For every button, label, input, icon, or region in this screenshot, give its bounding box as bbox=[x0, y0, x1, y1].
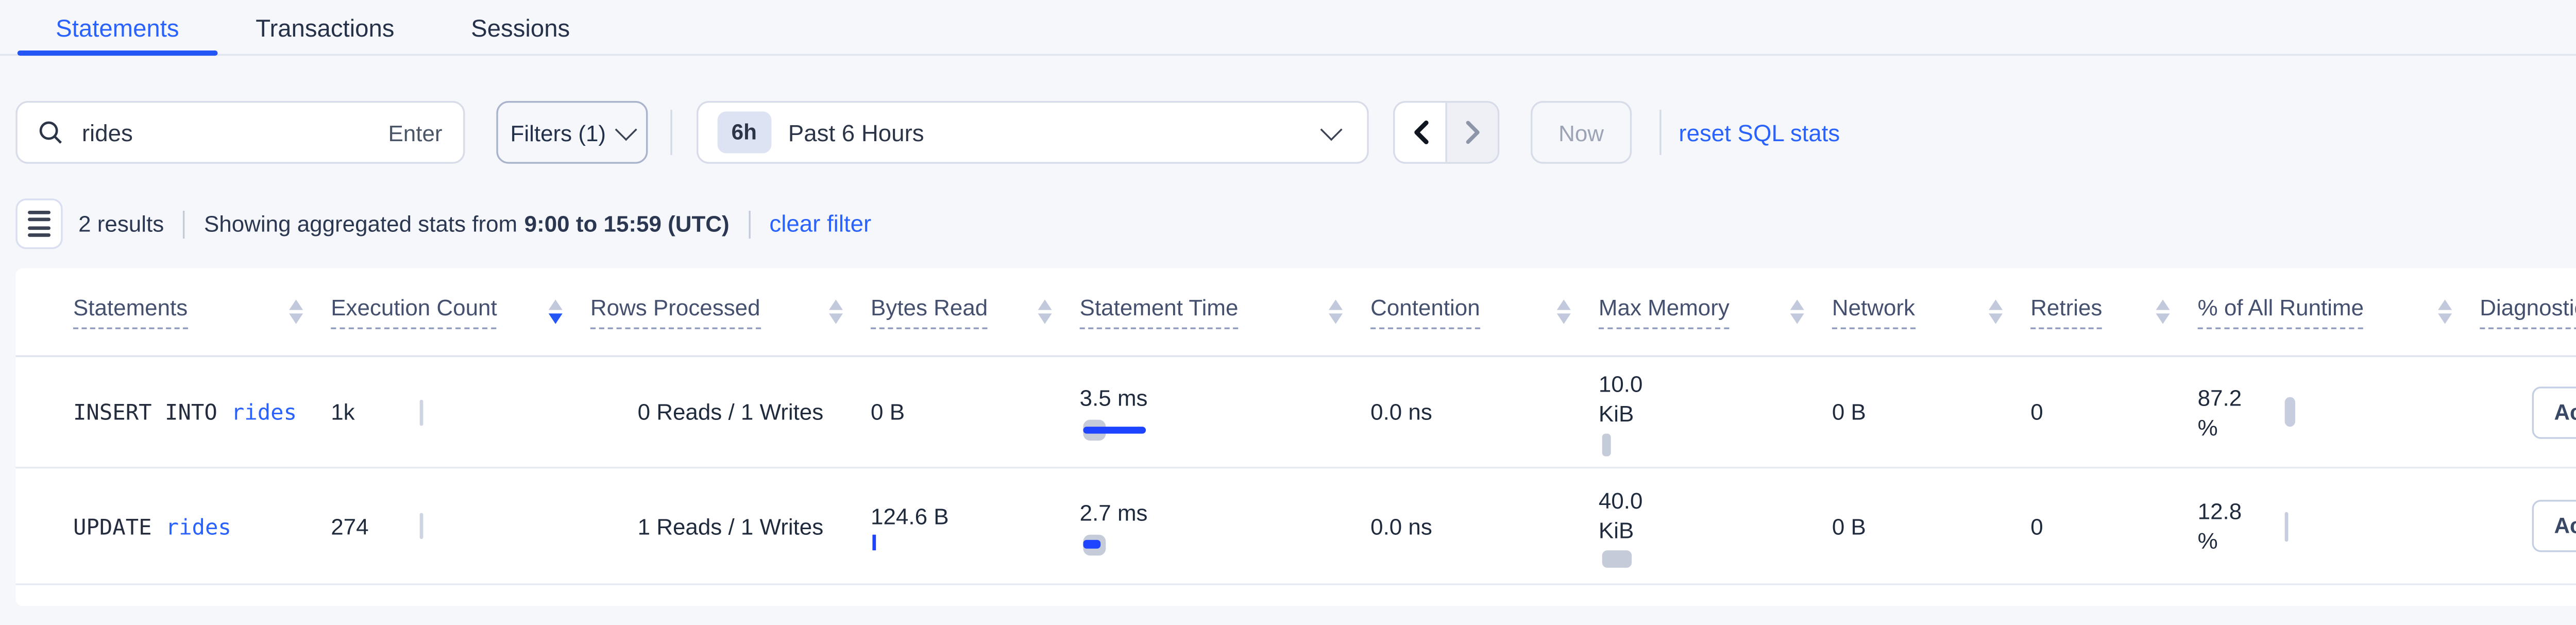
chevron-down-icon bbox=[615, 118, 637, 140]
max-memory-bar bbox=[1602, 433, 1611, 455]
filters-label: Filters (1) bbox=[511, 120, 606, 146]
column-header-max-memory[interactable]: Max Memory bbox=[1599, 268, 1832, 356]
divider bbox=[1659, 110, 1661, 155]
sort-icon bbox=[1038, 299, 1052, 324]
sort-icon bbox=[1329, 299, 1343, 324]
cell-max-memory: 40.0 KiB bbox=[1599, 468, 1832, 583]
cell-pct-runtime: 87.2 % bbox=[2198, 357, 2480, 467]
filters-button[interactable]: Filters (1) bbox=[496, 101, 648, 164]
next-range-button[interactable] bbox=[1447, 103, 1498, 162]
column-header-rows-processed[interactable]: Rows Processed bbox=[590, 268, 871, 356]
column-header-network[interactable]: Network bbox=[1832, 268, 2030, 356]
execution-count-bar bbox=[420, 513, 423, 539]
columns-menu-button[interactable] bbox=[15, 198, 62, 249]
cell-diagnostics: Activate bbox=[2480, 357, 2576, 467]
cell-statement[interactable]: UPDATErides bbox=[15, 468, 331, 583]
prev-range-button[interactable] bbox=[1395, 103, 1447, 162]
cell-network: 0 B bbox=[1832, 468, 2030, 583]
max-memory-bar bbox=[1602, 549, 1632, 567]
chevron-down-icon bbox=[1320, 118, 1343, 140]
search-input[interactable] bbox=[78, 117, 388, 147]
statement-link[interactable]: rides bbox=[231, 399, 297, 425]
divider bbox=[749, 210, 750, 238]
column-header-pct-runtime[interactable]: % of All Runtime bbox=[2198, 268, 2480, 356]
sort-icon bbox=[1557, 299, 1571, 324]
results-bar: 2 results Showing aggregated stats from … bbox=[15, 198, 2576, 249]
sort-icon bbox=[2156, 299, 2170, 324]
column-header-statement-time[interactable]: Statement Time bbox=[1080, 268, 1370, 356]
page: Statements Transactions Sessions Enter F… bbox=[0, 0, 2576, 625]
results-count: 2 results bbox=[78, 211, 164, 237]
results-range-text: Showing aggregated stats from bbox=[204, 211, 517, 237]
cell-statement-time: 2.7 ms bbox=[1080, 468, 1370, 583]
cell-statement[interactable]: INSERT INTOrides bbox=[15, 357, 331, 467]
cell-retries: 0 bbox=[2030, 357, 2197, 467]
cell-contention: 0.0 ns bbox=[1370, 468, 1599, 583]
cell-execution-count: 1k bbox=[331, 357, 590, 467]
tab-sessions[interactable]: Sessions bbox=[433, 0, 608, 54]
time-pager bbox=[1393, 101, 1499, 164]
divider bbox=[183, 210, 184, 238]
cell-max-memory: 10.0 KiB bbox=[1599, 357, 1832, 467]
column-header-contention[interactable]: Contention bbox=[1370, 268, 1599, 356]
clear-filter-link[interactable]: clear filter bbox=[769, 211, 871, 237]
activate-button[interactable]: Activate bbox=[2532, 500, 2576, 552]
table-row: UPDATErides 274 1 Reads / 1 Writes 124.6… bbox=[15, 468, 2576, 585]
execution-count-bar bbox=[420, 399, 423, 425]
cell-execution-count: 274 bbox=[331, 468, 590, 583]
statement-time-bar bbox=[1080, 420, 1163, 441]
cell-pct-runtime: 12.8 % bbox=[2198, 468, 2480, 583]
table-row: INSERT INTOrides 1k 0 Reads / 1 Writes 0… bbox=[15, 357, 2576, 468]
controls-row: Enter Filters (1) 6h Past 6 Hours Now re… bbox=[15, 99, 2576, 165]
reset-sql-stats-link[interactable]: reset SQL stats bbox=[1679, 120, 1840, 146]
columns-icon bbox=[28, 210, 50, 214]
time-range-select[interactable]: 6h Past 6 Hours bbox=[697, 101, 1369, 164]
results-range-bold: 9:00 to 15:59 (UTC) bbox=[524, 211, 730, 237]
divider bbox=[670, 110, 672, 155]
tab-transactions[interactable]: Transactions bbox=[217, 0, 433, 54]
time-range-label: Past 6 Hours bbox=[788, 120, 1324, 146]
column-header-bytes-read[interactable]: Bytes Read bbox=[871, 268, 1080, 356]
column-header-statements[interactable]: Statements bbox=[15, 268, 331, 356]
cell-contention: 0.0 ns bbox=[1370, 357, 1599, 467]
tab-bar: Statements Transactions Sessions bbox=[0, 0, 2576, 56]
tab-statements[interactable]: Statements bbox=[18, 0, 217, 54]
column-header-diagnostics[interactable]: Diagnostics bbox=[2480, 268, 2576, 356]
statements-table: Statements Execution Count Rows Processe… bbox=[15, 268, 2576, 606]
now-button[interactable]: Now bbox=[1531, 101, 1632, 164]
cell-rows-processed: 1 Reads / 1 Writes bbox=[590, 468, 871, 583]
cell-bytes-read: 0 B bbox=[871, 357, 1080, 467]
search-enter-hint: Enter bbox=[388, 120, 442, 146]
pct-runtime-bar bbox=[2285, 511, 2289, 540]
table-header-row: Statements Execution Count Rows Processe… bbox=[15, 268, 2576, 357]
sort-desc-icon bbox=[549, 299, 563, 324]
time-range-badge: 6h bbox=[718, 111, 771, 153]
column-header-retries[interactable]: Retries bbox=[2030, 268, 2197, 356]
cell-statement-time: 3.5 ms bbox=[1080, 357, 1370, 467]
cell-retries: 0 bbox=[2030, 468, 2197, 583]
search-box[interactable]: Enter bbox=[15, 101, 465, 164]
cell-network: 0 B bbox=[1832, 357, 2030, 467]
sort-icon bbox=[2438, 299, 2452, 324]
bytes-read-bar bbox=[872, 535, 876, 550]
sort-icon bbox=[1989, 299, 2003, 324]
sort-icon bbox=[289, 299, 303, 324]
cell-rows-processed: 0 Reads / 1 Writes bbox=[590, 357, 871, 467]
statement-link[interactable]: rides bbox=[166, 513, 231, 539]
pct-runtime-bar bbox=[2285, 397, 2295, 427]
cell-diagnostics: Activate bbox=[2480, 468, 2576, 583]
statement-time-bar bbox=[1080, 534, 1163, 555]
sort-icon bbox=[829, 299, 843, 324]
chevron-right-icon bbox=[1464, 120, 1481, 144]
search-icon bbox=[38, 120, 62, 144]
column-header-execution-count[interactable]: Execution Count bbox=[331, 268, 590, 356]
cell-bytes-read: 124.6 B bbox=[871, 468, 1080, 583]
activate-button[interactable]: Activate bbox=[2532, 386, 2576, 438]
chevron-left-icon bbox=[1412, 120, 1429, 144]
sort-icon bbox=[1790, 299, 1804, 324]
